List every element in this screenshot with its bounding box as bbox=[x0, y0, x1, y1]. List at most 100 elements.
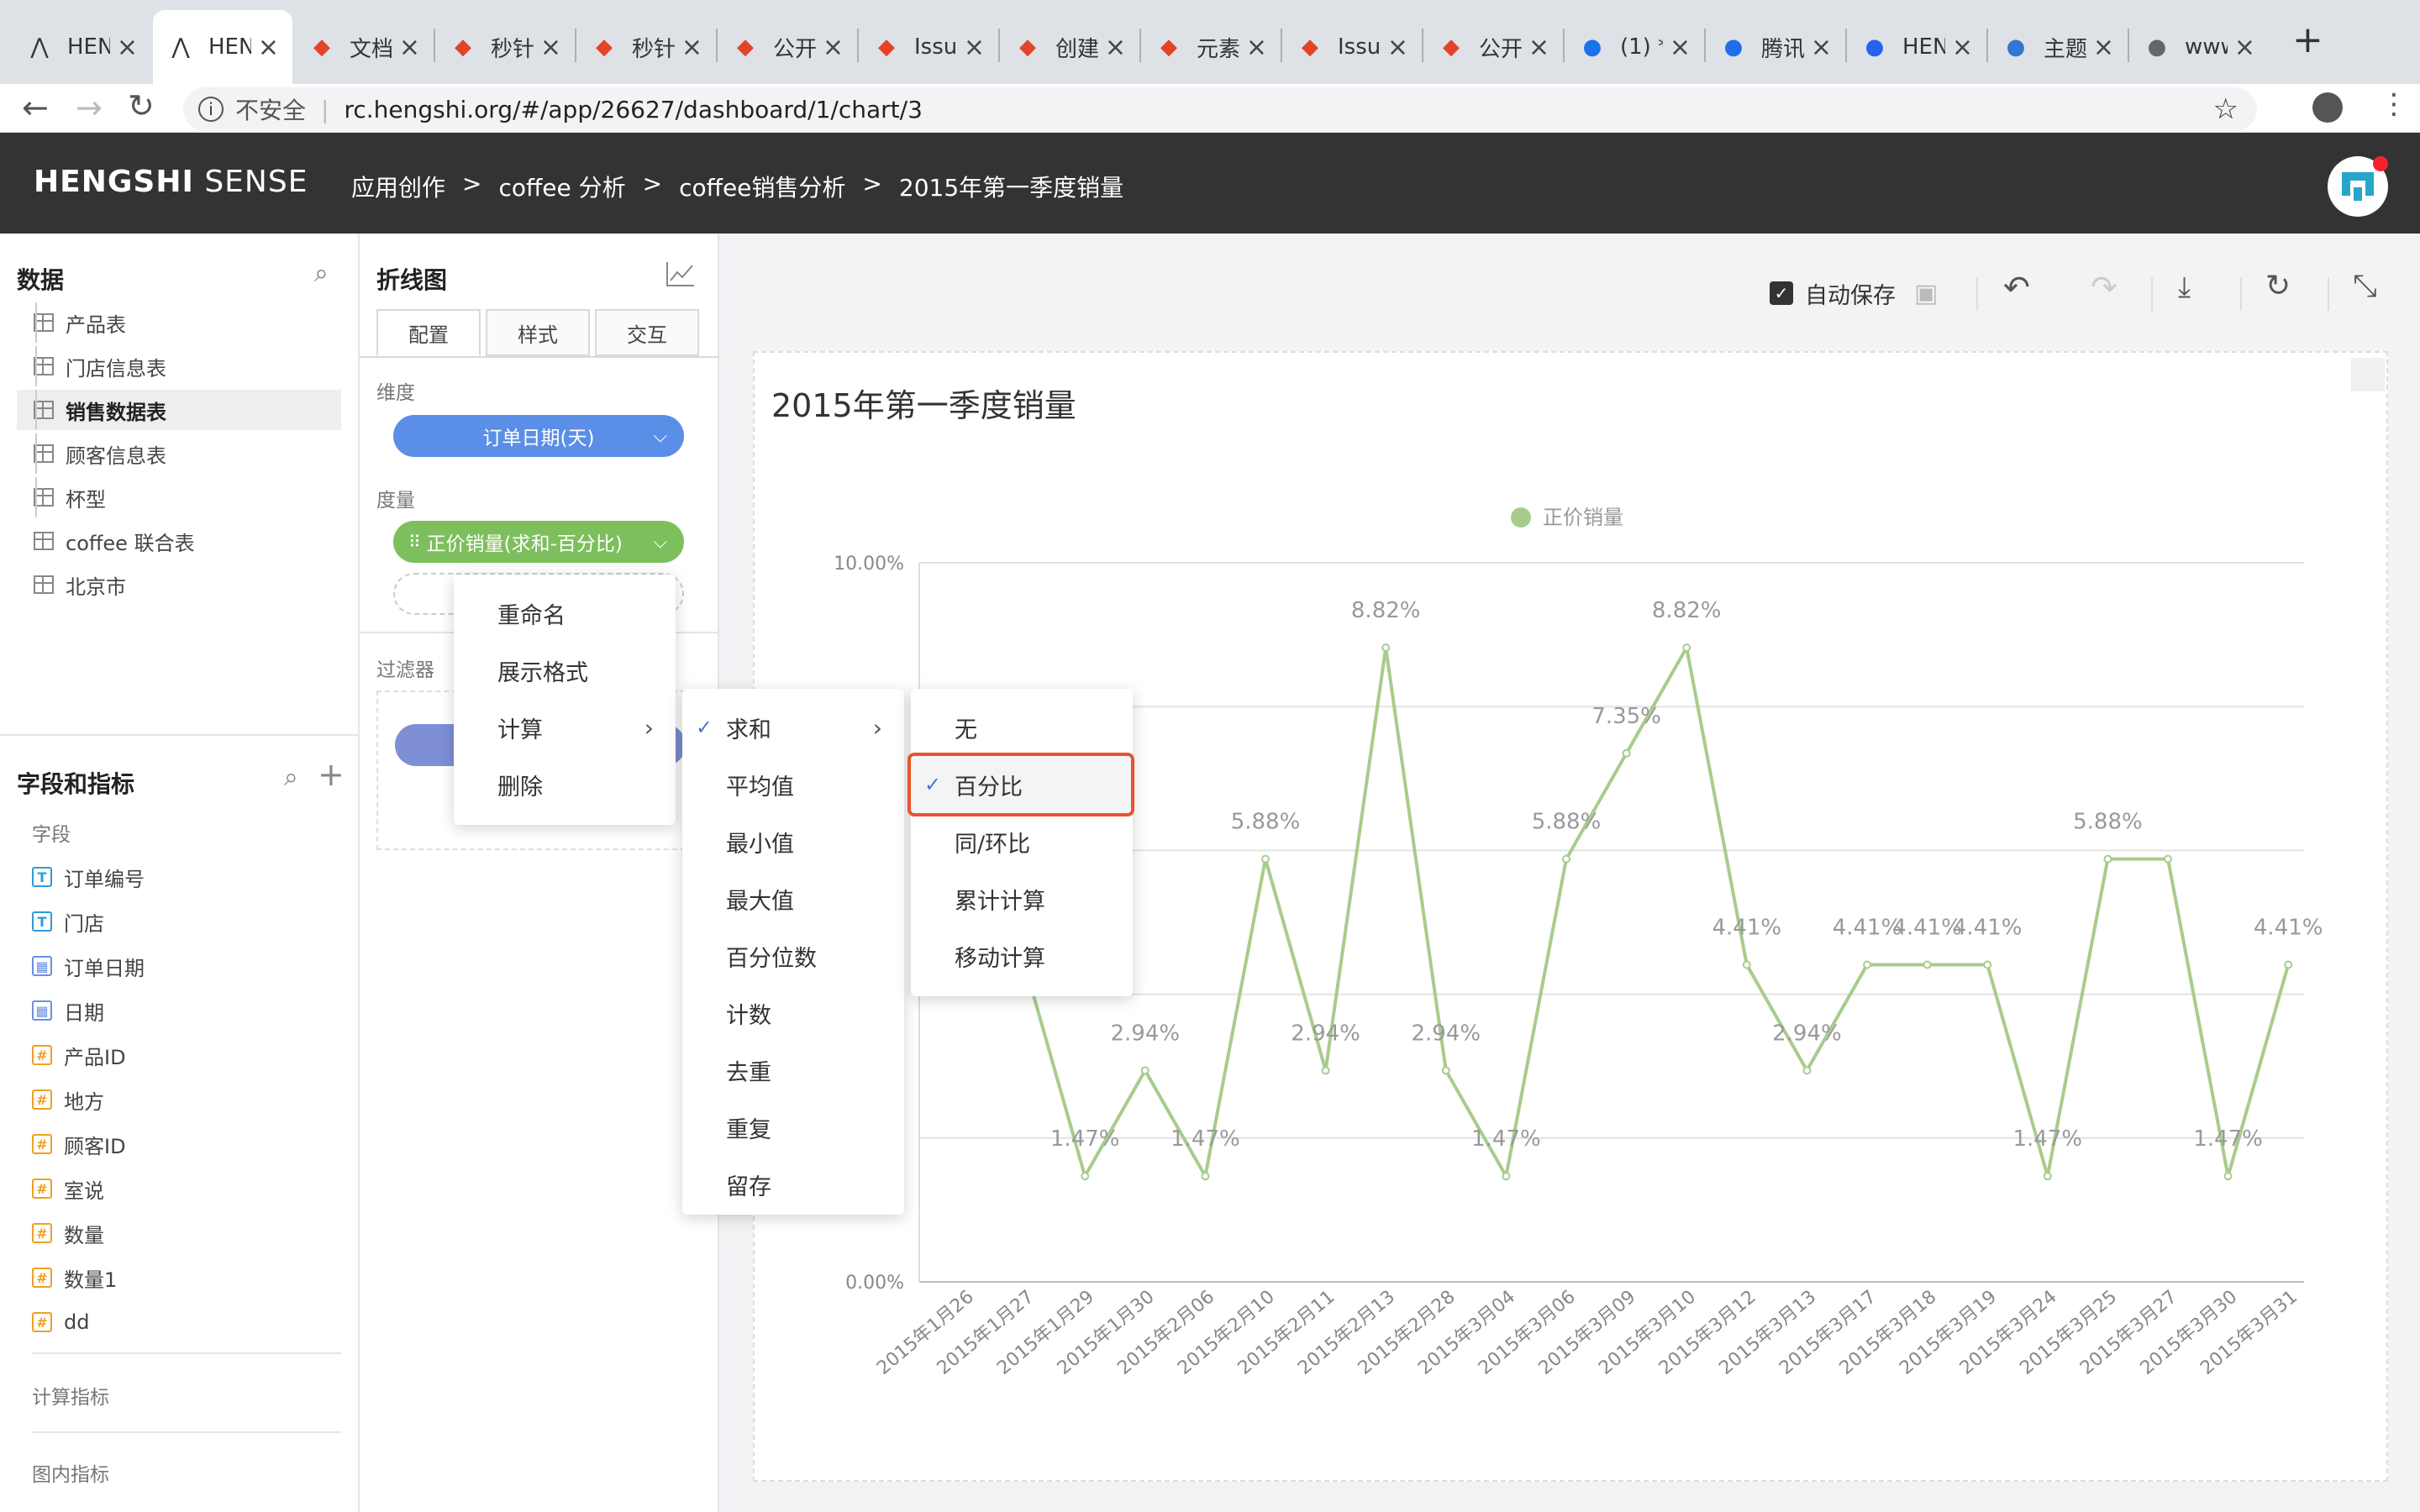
search-icon[interactable]: ⌕ bbox=[314, 259, 329, 288]
close-tab-icon[interactable]: × bbox=[1105, 33, 1126, 62]
data-point[interactable] bbox=[1682, 643, 1691, 653]
chart-metrics-label[interactable]: 图内指标 bbox=[32, 1458, 109, 1487]
new-tab-button[interactable]: + bbox=[2292, 18, 2323, 61]
legend-label[interactable]: 正价销量 bbox=[1543, 506, 1623, 529]
close-tab-icon[interactable]: × bbox=[964, 33, 985, 62]
app-logo[interactable]: HENGSHI SENSE bbox=[34, 165, 308, 199]
browser-tab[interactable]: ◆ 元素 × bbox=[1141, 10, 1281, 84]
close-tab-icon[interactable]: × bbox=[1811, 33, 1832, 62]
agg-option[interactable]: 最小值 bbox=[682, 813, 904, 870]
close-tab-icon[interactable]: × bbox=[1387, 33, 1408, 62]
browser-tab[interactable]: ● (1) * × bbox=[1565, 10, 1704, 84]
data-point[interactable] bbox=[1742, 960, 1751, 969]
forward-icon[interactable]: → bbox=[76, 89, 103, 126]
data-point[interactable] bbox=[1081, 1172, 1090, 1181]
browser-tab[interactable]: ◆ 公开 × bbox=[1423, 10, 1563, 84]
breadcrumb-item[interactable]: coffee 分析 bbox=[498, 170, 625, 203]
reload-icon[interactable]: ↻ bbox=[128, 87, 155, 124]
data-point[interactable] bbox=[1441, 1066, 1450, 1075]
measure-pill[interactable]: ⠿ 正价销量(求和-百分比) ⌵ bbox=[393, 521, 684, 563]
calc-option[interactable]: 移动计算 bbox=[911, 927, 1133, 984]
download-icon[interactable]: ⤓ bbox=[2178, 270, 2191, 304]
save-icon[interactable]: ▣ bbox=[1914, 279, 1938, 308]
table-item[interactable]: 门店信息表 bbox=[17, 346, 341, 386]
calc-option[interactable]: 同/环比 bbox=[911, 813, 1133, 870]
data-point[interactable] bbox=[2103, 854, 2112, 864]
info-icon[interactable]: i bbox=[198, 97, 224, 122]
breadcrumb-item[interactable]: coffee销售分析 bbox=[679, 170, 845, 203]
legend-marker[interactable] bbox=[1511, 507, 1531, 528]
redo-icon[interactable]: ↷ bbox=[2091, 269, 2118, 306]
field-search-icon[interactable]: ⌕ bbox=[284, 763, 298, 792]
browser-tab[interactable]: ◆ Issu × bbox=[1282, 10, 1422, 84]
agg-option[interactable]: 平均值 bbox=[682, 756, 904, 813]
field-item[interactable]: # 地方 bbox=[32, 1079, 104, 1120]
back-icon[interactable]: ← bbox=[22, 89, 49, 126]
autosave-checkbox[interactable]: ✓ bbox=[1770, 281, 1793, 305]
menu-display-format[interactable]: 展示格式 bbox=[454, 642, 676, 699]
calc-option[interactable]: 无 bbox=[911, 699, 1133, 756]
close-tab-icon[interactable]: × bbox=[2093, 33, 2114, 62]
agg-option[interactable]: 计数 bbox=[682, 984, 904, 1042]
bookmark-star-icon[interactable]: ☆ bbox=[2213, 92, 2238, 126]
tab-interaction[interactable]: 交互 bbox=[595, 309, 699, 356]
data-point[interactable] bbox=[1201, 1172, 1210, 1181]
drag-handle-icon[interactable]: ⠿ bbox=[408, 532, 421, 552]
browser-tab[interactable]: ◆ 秒针 × bbox=[576, 10, 716, 84]
close-tab-icon[interactable]: × bbox=[540, 33, 561, 62]
table-item[interactable]: coffee 联合表 bbox=[17, 521, 341, 561]
table-item[interactable]: 销售数据表 bbox=[17, 390, 341, 430]
data-point[interactable] bbox=[1983, 960, 1992, 969]
field-item[interactable]: T 门店 bbox=[32, 901, 104, 942]
data-point[interactable] bbox=[2223, 1172, 2233, 1181]
close-tab-icon[interactable]: × bbox=[823, 33, 844, 62]
data-point[interactable] bbox=[1863, 960, 1871, 969]
field-item[interactable]: ▦ 订单日期 bbox=[32, 946, 145, 986]
agg-option[interactable]: 重复 bbox=[682, 1099, 904, 1156]
table-item[interactable]: 产品表 bbox=[17, 302, 341, 343]
data-point[interactable] bbox=[1802, 1066, 1812, 1075]
data-point[interactable] bbox=[1381, 643, 1391, 653]
browser-tab[interactable]: ⋀ HEN × bbox=[12, 10, 151, 84]
url-text[interactable]: rc.hengshi.org/#/app/26627/dashboard/1/c… bbox=[344, 96, 922, 123]
line-chart-icon[interactable] bbox=[666, 260, 696, 287]
field-item[interactable]: # dd bbox=[32, 1302, 89, 1342]
collapse-icon[interactable]: ⤡ bbox=[2353, 269, 2377, 304]
data-point[interactable] bbox=[1261, 854, 1270, 864]
tab-config[interactable]: 配置 bbox=[376, 309, 481, 356]
table-item[interactable]: 北京市 bbox=[17, 564, 341, 605]
agg-option[interactable]: ✓ 求和 › bbox=[682, 699, 904, 756]
data-point[interactable] bbox=[1502, 1172, 1511, 1181]
field-item[interactable]: # 顾客ID bbox=[32, 1124, 126, 1164]
close-tab-icon[interactable]: × bbox=[117, 33, 138, 62]
agg-option[interactable]: 去重 bbox=[682, 1042, 904, 1099]
browser-tab[interactable]: ● 主题 × bbox=[1988, 10, 2128, 84]
agg-option[interactable]: 留存 bbox=[682, 1156, 904, 1213]
browser-tab[interactable]: ◆ 公开 × bbox=[718, 10, 857, 84]
data-point[interactable] bbox=[2284, 960, 2293, 969]
close-tab-icon[interactable]: × bbox=[1670, 33, 1691, 62]
menu-delete[interactable]: 删除 bbox=[454, 756, 676, 813]
menu-rename[interactable]: 重命名 bbox=[454, 585, 676, 642]
menu-calculate[interactable]: 计算 › bbox=[454, 699, 676, 756]
field-item[interactable]: ▦ 日期 bbox=[32, 990, 104, 1031]
undo-icon[interactable]: ↶ bbox=[2003, 269, 2030, 306]
tab-style[interactable]: 样式 bbox=[486, 309, 590, 356]
close-tab-icon[interactable]: × bbox=[1528, 33, 1549, 62]
omnibox[interactable]: i 不安全 | rc.hengshi.org/#/app/26627/dashb… bbox=[183, 87, 2257, 131]
browser-tab[interactable]: ◆ 创建 × bbox=[1000, 10, 1139, 84]
add-field-icon[interactable]: + bbox=[318, 756, 345, 793]
browser-tab[interactable]: ◆ 秒针 × bbox=[435, 10, 575, 84]
data-point[interactable] bbox=[2043, 1172, 2052, 1181]
field-item[interactable]: T 订单编号 bbox=[32, 857, 145, 897]
data-point[interactable] bbox=[1562, 854, 1570, 864]
close-tab-icon[interactable]: × bbox=[1246, 33, 1267, 62]
dimension-pill[interactable]: 订单日期(天) ⌵ bbox=[393, 415, 684, 457]
breadcrumb-item[interactable]: 2015年第一季度销量 bbox=[899, 170, 1123, 203]
data-point[interactable] bbox=[1140, 1066, 1150, 1075]
calc-metrics-label[interactable]: 计算指标 bbox=[32, 1381, 109, 1410]
data-point[interactable] bbox=[1622, 748, 1631, 758]
data-point[interactable] bbox=[1923, 960, 1932, 969]
browser-tab[interactable]: ⋀ HEN × bbox=[153, 10, 292, 84]
browser-tab[interactable]: ● HEN × bbox=[1847, 10, 1986, 84]
